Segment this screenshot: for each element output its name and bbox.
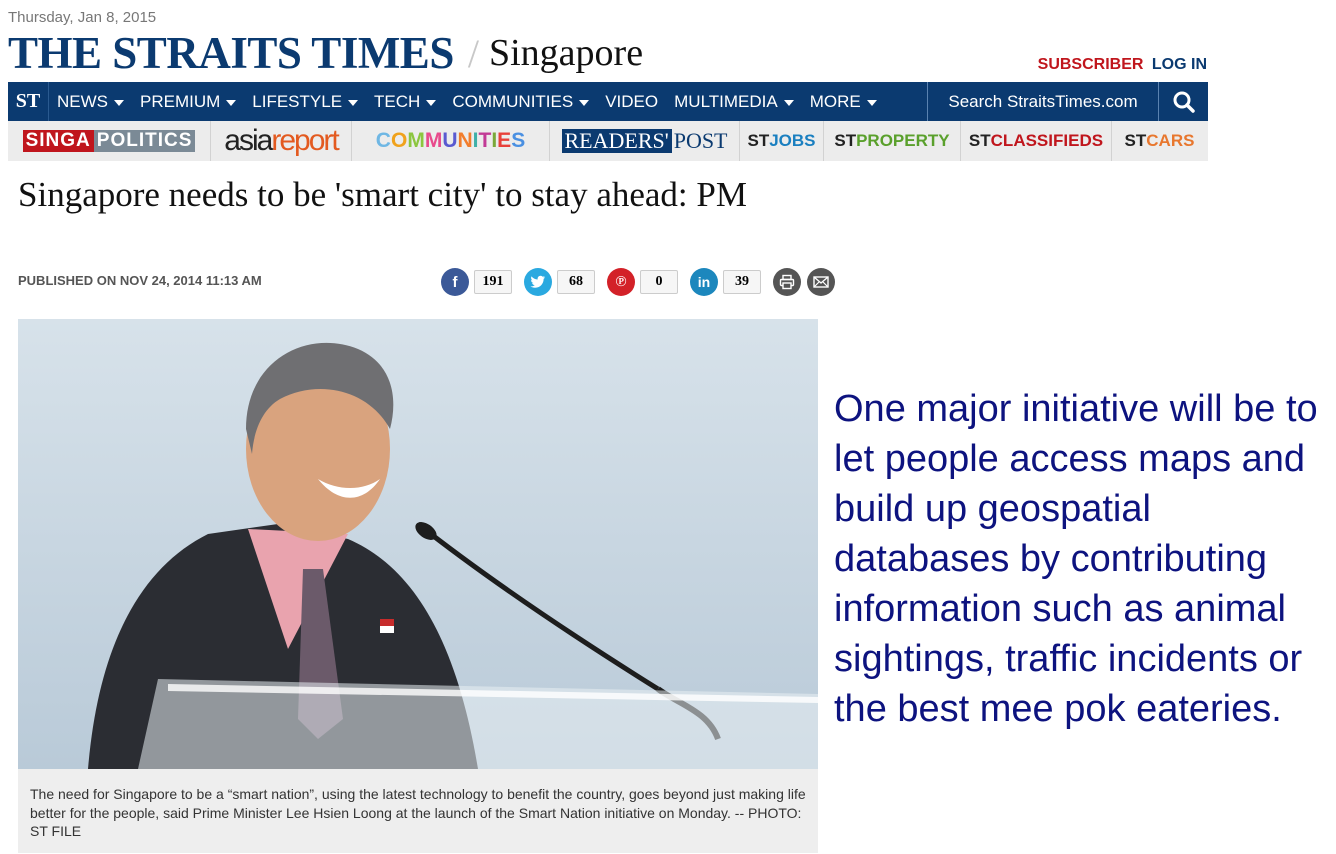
twitter-share-button[interactable] [524,268,552,296]
st-links-group: ST JOBS ST PROPERTY ST CLASSIFIEDS ST CARS [740,121,1207,161]
singa-label: SINGA [22,130,94,152]
current-date: Thursday, Jan 8, 2015 [8,9,157,26]
st-classifieds-link[interactable]: ST CLASSIFIEDS [961,121,1112,161]
nav-item-label: COMMUNITIES [452,91,574,111]
communities-letter: N [457,129,473,152]
twitter-icon [530,275,545,288]
st-home-logo[interactable]: ST [8,82,49,121]
photo-speaker-at-podium [18,319,818,769]
masthead-divider: / [467,30,479,76]
communities-letter: S [511,129,526,152]
facebook-icon: f [452,273,458,291]
email-button[interactable] [807,268,835,296]
communities-letter: O [390,129,408,152]
communities-letter: U [442,129,458,152]
nav-item-label: LIFESTYLE [252,91,343,111]
asia-label: asia [224,124,273,157]
communities-letter: E [497,129,512,152]
singapolitics-logo: SINGA POLITICS [22,130,196,152]
search-icon [1173,91,1195,113]
search-input[interactable]: Search StraitsTimes.com [927,82,1158,121]
st-link-label: CARS [1146,131,1195,150]
article-title: Singapore needs to be 'smart city' to st… [18,175,747,214]
main-navigation: ST NEWS PREMIUM LIFESTYLE TECH COMMUNITIES VI… [8,82,1208,121]
nav-item-communities[interactable]: COMMUNITIES [444,92,597,112]
subscriber-link[interactable]: SUBSCRIBER [1038,56,1144,73]
photo-caption: The need for Singapore to be a “smart na… [18,769,818,853]
nav-item-label: NEWS [57,91,108,111]
st-jobs-link[interactable]: ST JOBS [740,121,824,161]
print-button[interactable] [773,268,801,296]
linkedin-share-button[interactable]: in [690,268,718,296]
facebook-count: 191 [474,270,512,294]
communities-logo: COMMUNITIES [376,129,525,153]
chevron-down-icon [226,99,237,106]
st-link-label: CLASSIFIEDS [990,131,1104,150]
post-label: POST [673,128,728,153]
nav-item-label: TECH [374,91,421,111]
masthead-logo[interactable]: THE STRAITS TIMES [8,27,454,79]
chevron-down-icon [114,99,124,106]
nav-item-label: MULTIMEDIA [674,91,778,111]
st-property-link[interactable]: ST PROPERTY [824,121,961,161]
st-prefix: ST [834,131,857,150]
st-prefix: ST [968,131,991,150]
st-prefix: ST [1124,131,1147,150]
report-label: report [271,124,339,157]
nav-item-label: VIDEO [605,91,659,111]
linkedin-icon: in [697,274,711,290]
pinterest-icon: ℗ [615,273,627,290]
article-photo [18,319,818,769]
chevron-down-icon [866,99,877,106]
nav-item-label: PREMIUM [140,91,221,111]
pinterest-count: 0 [640,270,678,294]
nav-item-news[interactable]: NEWS [49,92,132,112]
pinterest-share-button[interactable]: ℗ [607,268,635,296]
politics-label: POLITICS [93,130,196,152]
st-link-label: JOBS [769,131,816,150]
communities-letter: M [407,129,425,152]
pull-quote: One major initiative will be to let peop… [834,388,1318,730]
share-bar: f 191 68 ℗ 0 in 39 [441,268,835,296]
readers-post-link[interactable]: READERS' POST [550,121,740,161]
account-links: SUBSCRIBER LOG IN [1038,56,1207,74]
nav-item-more[interactable]: MORE [802,92,885,112]
readers-label: READERS' [561,129,672,153]
mail-icon [813,276,829,288]
nav-item-video[interactable]: VIDEO [597,92,666,112]
login-link[interactable]: LOG IN [1152,56,1207,73]
st-cars-link[interactable]: ST CARS [1112,121,1207,161]
published-date: PUBLISHED ON NOV 24, 2014 11:13 AM [18,273,262,288]
chevron-down-icon [783,99,794,106]
asiareport-link[interactable]: asia report [211,121,352,161]
nav-item-label: MORE [809,91,861,111]
singapolitics-link[interactable]: SINGA POLITICS [8,121,211,161]
chevron-down-icon [348,99,359,106]
chevron-down-icon [426,99,437,106]
twitter-count: 68 [557,270,595,294]
search-button[interactable] [1158,82,1209,121]
communities-letter: C [375,129,391,152]
chevron-down-icon [579,99,590,106]
nav-item-tech[interactable]: TECH [366,92,444,112]
nav-item-premium[interactable]: PREMIUM [132,92,244,112]
linkedin-count: 39 [723,270,761,294]
nav-item-multimedia[interactable]: MULTIMEDIA [666,92,802,112]
facebook-share-button[interactable]: f [441,268,469,296]
nav-item-lifestyle[interactable]: LIFESTYLE [244,92,366,112]
st-link-label: PROPERTY [856,131,950,150]
communities-link[interactable]: COMMUNITIES [352,121,550,161]
masthead[interactable]: THE STRAITS TIMES / Singapore [8,28,643,78]
section-title[interactable]: Singapore [489,31,643,75]
nav-menu: NEWS PREMIUM LIFESTYLE TECH COMMUNITIES VIDEO… [49,82,885,121]
st-prefix: ST [747,131,770,150]
sub-navigation: SINGA POLITICS asia report COMMUNITIES RE… [8,121,1208,161]
communities-letter: T [478,129,492,152]
communities-letter: M [424,129,443,152]
print-icon [779,274,795,290]
